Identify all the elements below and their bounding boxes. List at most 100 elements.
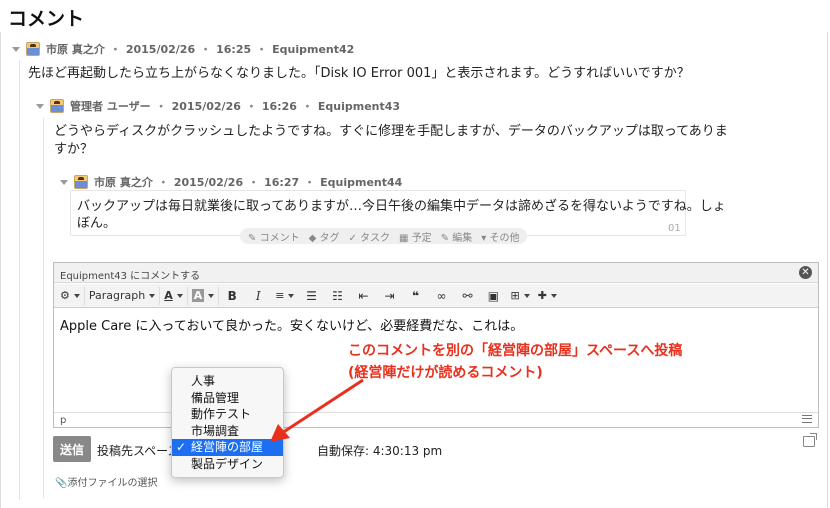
tag-icon: ◆	[308, 232, 317, 244]
unlink-button[interactable]: ⚯	[454, 287, 480, 305]
page-title: コメント	[8, 8, 85, 30]
separator: ・	[301, 100, 313, 113]
comment-author[interactable]: 市原 真之介	[46, 41, 105, 57]
more-action-label: その他	[489, 232, 520, 244]
dropdown-option-selected[interactable]: ✓ 経営陣の部屋	[172, 439, 283, 456]
puzzle-icon: ✚	[537, 289, 547, 302]
comment-time: 16:27	[264, 175, 300, 189]
separator: ・	[248, 176, 260, 189]
collapse-icon[interactable]	[36, 103, 44, 109]
more-action[interactable]: ▾ その他	[481, 229, 519, 244]
background-color-icon: A	[191, 289, 205, 302]
align-left-icon: ≡	[275, 289, 285, 302]
unlink-icon: ⚯	[462, 288, 473, 303]
link-button[interactable]: ∞	[428, 287, 454, 305]
attach-file-label: 添付ファイルの選択	[67, 478, 158, 489]
comment-icon: ✎	[248, 232, 257, 244]
chevron-down-icon: ▾	[481, 232, 487, 244]
separator: ・	[157, 176, 169, 189]
edit-action-label: 編集	[452, 232, 473, 244]
numbered-list-button[interactable]: ☷	[324, 287, 350, 305]
comment-date: 2015/02/26	[171, 99, 241, 113]
table-button[interactable]: ⊞	[506, 287, 533, 305]
background-color-button[interactable]: A	[188, 286, 220, 305]
dropdown-option-label: 製品デザイン	[191, 456, 264, 471]
avatar	[50, 99, 64, 113]
numbered-list-icon: ☷	[332, 288, 343, 303]
collapse-icon[interactable]	[12, 46, 20, 52]
dropdown-option[interactable]: 備品管理	[172, 390, 283, 407]
dropdown-option[interactable]: 動作テスト	[172, 406, 283, 423]
annotation-callout: このコメントを別の「経営陣の部屋」スペースへ投稿 (経営陣だけが読めるコメント)	[348, 340, 682, 384]
dropdown-option[interactable]: 製品デザイン	[172, 456, 283, 473]
editor-toolbar: ⚙ Paragraph A A B I ≡ ☰ ☷ ⇤ ⇥ ❝ ∞ ⚯ ▣ ⊞ …	[54, 284, 818, 308]
editor-content[interactable]: Apple Care に入っておいて良かった。安くないけど、必要経費だな、これは…	[60, 315, 523, 334]
paragraph-select[interactable]: Paragraph	[85, 286, 161, 305]
comment-meta: 市原 真之介 ・ 2015/02/26 ・ 16:27 ・ Equipment4…	[60, 174, 402, 190]
comment-date: 2015/02/26	[173, 175, 244, 189]
link-icon: ∞	[436, 288, 447, 303]
tag-action[interactable]: ◆ タグ	[309, 229, 340, 244]
quote-button[interactable]: ❝	[402, 287, 428, 305]
image-icon: ▣	[487, 288, 500, 303]
comment-body-line1: どうやらディスクがクラッシュしたようですね。すぐに修理を手配しますが、データのバ…	[54, 124, 728, 139]
editor-header: Equipment43 にコメントする	[54, 263, 818, 283]
comment-actions: ✎ コメント ◆ タグ ✓ タスク ▦ 予定 ✎ 編集 ▾ その他	[240, 228, 528, 244]
close-icon[interactable]: ✕	[799, 266, 812, 279]
outdent-button[interactable]: ⇤	[350, 287, 376, 305]
comment-author[interactable]: 市原 真之介	[94, 174, 153, 190]
comment-meta: 市原 真之介 ・ 2015/02/26 ・ 16:25 ・ Equipment4…	[12, 41, 354, 57]
dropdown-option-label: 動作テスト	[191, 407, 252, 421]
indent-button[interactable]: ⇥	[376, 287, 402, 305]
comment-action[interactable]: ✎ コメント	[248, 229, 300, 244]
bullet-list-icon: ☰	[306, 288, 317, 303]
text-color-icon: A	[164, 289, 173, 302]
bold-button[interactable]: B	[219, 287, 245, 305]
image-button[interactable]: ▣	[480, 287, 506, 305]
plugin-button[interactable]: ✚	[534, 287, 561, 305]
editor-status-path: p	[54, 412, 818, 428]
bullet-list-button[interactable]: ☰	[298, 287, 324, 305]
schedule-action[interactable]: ▦ 予定	[399, 229, 432, 244]
annotation-arrow-icon	[270, 378, 364, 442]
comment-date: 2015/02/26	[125, 42, 196, 56]
external-link-icon[interactable]	[803, 433, 817, 447]
table-icon: ⊞	[510, 289, 520, 302]
separator: ・	[245, 100, 257, 113]
tag-action-label: タグ	[319, 232, 340, 244]
annotation-line1: このコメントを別の「経営陣の部屋」スペースへ投稿	[348, 343, 683, 359]
paperclip-icon: 📎	[55, 478, 68, 489]
comment-panel-border-right	[827, 32, 828, 508]
comment-panel-border	[0, 32, 1, 508]
gear-icon: ⚙	[60, 289, 70, 302]
comment-body: 先ほど再起動したら立ち上がらなくなりました。「Disk IO Error 001…	[28, 66, 690, 81]
comment-space[interactable]: Equipment42	[272, 43, 354, 56]
comment-time: 16:25	[216, 42, 252, 56]
comment-space[interactable]: Equipment43	[318, 100, 400, 113]
comment-time: 16:26	[261, 99, 297, 113]
attach-file-link[interactable]: 📎添付ファイルの選択	[55, 474, 157, 489]
comment-space[interactable]: Equipment44	[320, 176, 402, 189]
collapse-icon[interactable]	[60, 179, 68, 185]
comment-body-line1: バックアップは毎日就業後に取ってありますが…今日午後の編集中データは諦めざるを得…	[77, 199, 726, 214]
send-button[interactable]: 送信	[53, 436, 91, 462]
dropdown-option[interactable]: 人事	[172, 373, 283, 390]
resize-handle-icon[interactable]	[802, 415, 812, 423]
align-button[interactable]: ≡	[271, 287, 298, 305]
settings-menu-button[interactable]: ⚙	[56, 286, 85, 305]
comment-author[interactable]: 管理者 ユーザー	[70, 98, 151, 114]
dropdown-option-label: 市場調査	[191, 423, 240, 438]
calendar-icon: ▦	[399, 232, 409, 244]
dropdown-option-label: 経営陣の部屋	[191, 440, 264, 454]
separator: ・	[109, 43, 121, 56]
italic-button[interactable]: I	[245, 287, 271, 305]
indent-icon: ⇥	[384, 288, 395, 303]
pencil-icon: ✎	[440, 232, 450, 244]
edit-action[interactable]: ✎ 編集	[441, 229, 473, 244]
text-color-button[interactable]: A	[160, 286, 188, 305]
thread-guide	[19, 60, 20, 500]
dropdown-option[interactable]: 市場調査	[172, 423, 283, 440]
comment-number: 01	[668, 223, 681, 234]
checkmark-icon: ✓	[176, 440, 187, 454]
task-action[interactable]: ✓ タスク	[348, 229, 390, 244]
